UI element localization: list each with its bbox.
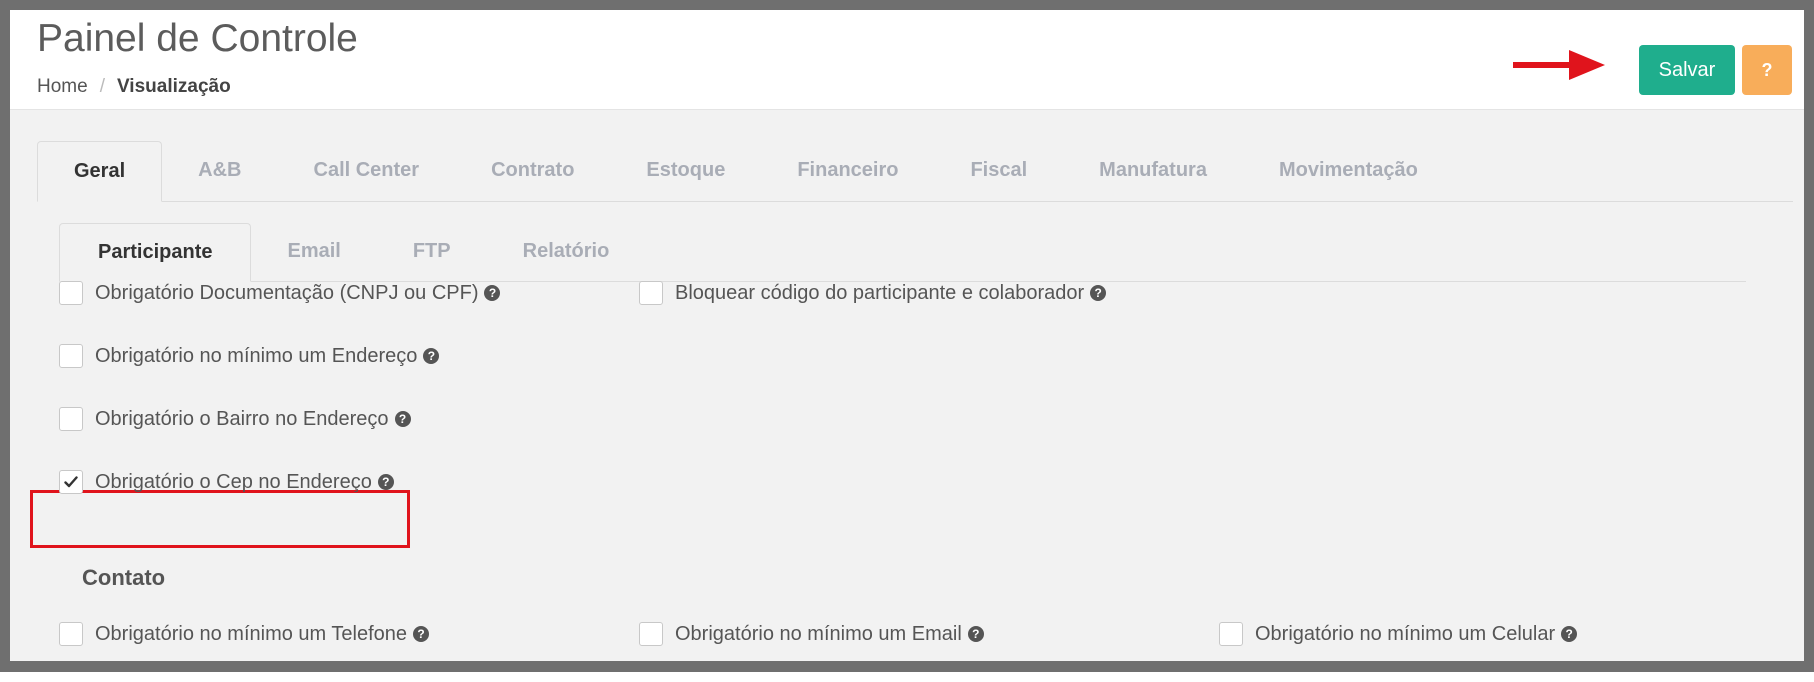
tab-movimentacao[interactable]: Movimentação bbox=[1243, 141, 1454, 200]
breadcrumb: Home / Visualização bbox=[37, 76, 231, 98]
option-label: Obrigatório no mínimo um Telefone bbox=[95, 622, 408, 645]
checkbox-minimo-email[interactable] bbox=[639, 622, 663, 646]
checkmark-icon bbox=[64, 476, 78, 488]
option-minimo-telefone: Obrigatório no mínimo um Telefone ? bbox=[59, 622, 430, 646]
option-label: Obrigatório o Cep no Endereço bbox=[95, 470, 372, 493]
tab-financeiro[interactable]: Financeiro bbox=[761, 141, 934, 200]
option-obrigatorio-documentacao: Obrigatório Documentação (CNPJ ou CPF) ? bbox=[59, 281, 501, 305]
highlight-annotation bbox=[30, 490, 410, 548]
option-label: Obrigatório no mínimo um Email bbox=[675, 622, 962, 645]
breadcrumb-home-link[interactable]: Home bbox=[37, 76, 88, 98]
tab-fiscal[interactable]: Fiscal bbox=[934, 141, 1063, 200]
sub-tabs: Participante Email FTP Relatório bbox=[59, 223, 1746, 282]
question-circle-icon[interactable]: ? bbox=[423, 348, 440, 364]
subtab-participante[interactable]: Participante bbox=[59, 223, 252, 282]
subtab-ftp[interactable]: FTP bbox=[377, 223, 487, 280]
checkbox-cep-endereco[interactable] bbox=[59, 470, 83, 494]
section-title-contato: Contato bbox=[82, 565, 166, 590]
option-bairro-endereco: Obrigatório o Bairro no Endereço ? bbox=[59, 407, 411, 431]
question-circle-icon[interactable]: ? bbox=[394, 411, 411, 427]
tab-estoque[interactable]: Estoque bbox=[610, 141, 761, 200]
question-circle-icon[interactable]: ? bbox=[484, 285, 501, 301]
tab-geral[interactable]: Geral bbox=[37, 141, 163, 202]
page-header: Painel de Controle Home / Visualização S… bbox=[10, 10, 1804, 110]
save-button[interactable]: Salvar bbox=[1639, 45, 1735, 95]
tab-call-center[interactable]: Call Center bbox=[278, 141, 456, 200]
page-title: Painel de Controle bbox=[37, 17, 358, 60]
checkbox-bloquear-codigo[interactable] bbox=[639, 281, 663, 305]
app-frame: Painel de Controle Home / Visualização S… bbox=[0, 0, 1814, 672]
question-circle-icon[interactable]: ? bbox=[1561, 626, 1578, 642]
content-area: Geral A&B Call Center Contrato Estoque F… bbox=[10, 110, 1804, 661]
option-bloquear-codigo: Bloquear código do participante e colabo… bbox=[639, 281, 1107, 305]
main-tabs: Geral A&B Call Center Contrato Estoque F… bbox=[37, 141, 1793, 202]
option-label: Obrigatório no mínimo um Celular bbox=[1255, 622, 1556, 645]
option-label: Obrigatório o Bairro no Endereço bbox=[95, 407, 389, 430]
subtab-relatorio[interactable]: Relatório bbox=[487, 223, 646, 280]
question-circle-icon[interactable]: ? bbox=[413, 626, 430, 642]
option-cep-endereco: Obrigatório o Cep no Endereço ? bbox=[59, 470, 394, 494]
question-circle-icon[interactable]: ? bbox=[967, 626, 984, 642]
option-label: Bloquear código do participante e colabo… bbox=[675, 281, 1085, 304]
breadcrumb-current: Visualização bbox=[116, 76, 231, 97]
option-label: Obrigatório no mínimo um Endereço bbox=[95, 344, 418, 367]
question-circle-icon[interactable]: ? bbox=[377, 474, 394, 490]
checkbox-bairro-endereco[interactable] bbox=[59, 407, 83, 431]
option-minimo-celular: Obrigatório no mínimo um Celular ? bbox=[1219, 622, 1578, 646]
option-minimo-endereco: Obrigatório no mínimo um Endereço ? bbox=[59, 344, 440, 368]
subtab-email[interactable]: Email bbox=[251, 223, 376, 280]
tab-ab[interactable]: A&B bbox=[162, 141, 277, 200]
tab-contrato[interactable]: Contrato bbox=[455, 141, 610, 200]
checkbox-documentacao[interactable] bbox=[59, 281, 83, 305]
breadcrumb-separator: / bbox=[99, 76, 105, 97]
red-arrow-right-icon bbox=[1513, 50, 1605, 80]
option-label: Obrigatório Documentação (CNPJ ou CPF) bbox=[95, 281, 479, 304]
checkbox-minimo-telefone[interactable] bbox=[59, 622, 83, 646]
help-button[interactable]: ? bbox=[1742, 45, 1792, 95]
tab-manufatura[interactable]: Manufatura bbox=[1063, 141, 1243, 200]
checkbox-minimo-celular[interactable] bbox=[1219, 622, 1243, 646]
question-circle-icon[interactable]: ? bbox=[1090, 285, 1107, 301]
option-minimo-email: Obrigatório no mínimo um Email ? bbox=[639, 622, 984, 646]
checkbox-minimo-endereco[interactable] bbox=[59, 344, 83, 368]
